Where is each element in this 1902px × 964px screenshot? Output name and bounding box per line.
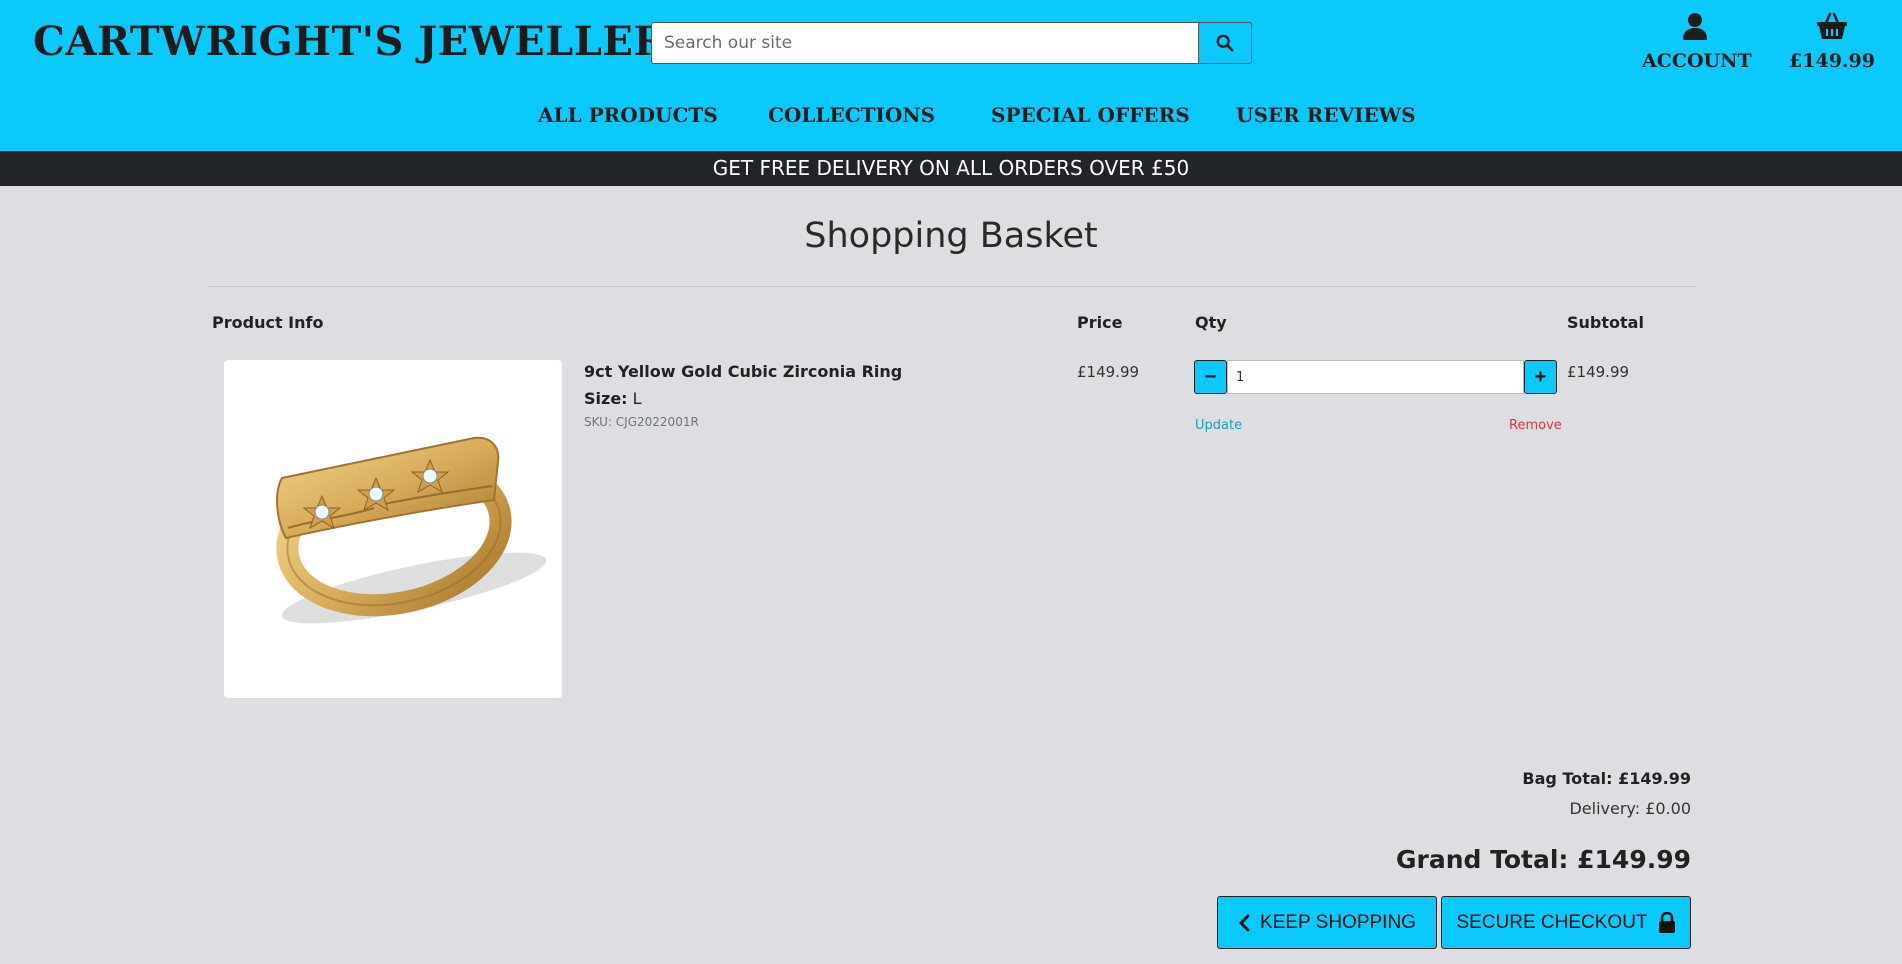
secure-checkout-button[interactable]: SECURE CHECKOUT xyxy=(1441,896,1691,949)
lock-icon xyxy=(1658,911,1675,933)
quantity-stepper: − + xyxy=(1194,360,1557,394)
update-link[interactable]: Update xyxy=(1195,418,1242,433)
chevron-left-icon xyxy=(1239,914,1250,931)
quantity-input[interactable] xyxy=(1227,360,1524,394)
search-icon xyxy=(1216,34,1234,52)
account-label: ACCOUNT xyxy=(1642,50,1752,72)
basket-total: £149.99 xyxy=(1789,50,1875,72)
bag-total: Bag Total: £149.99 xyxy=(1522,769,1691,788)
delivery-cost: Delivery: £0.00 xyxy=(1569,799,1691,818)
nav-all-products[interactable]: ALL PRODUCTS xyxy=(538,103,718,127)
main-nav: ALL PRODUCTS COLLECTIONS SPECIAL OFFERS … xyxy=(0,103,1902,133)
column-header-price: Price xyxy=(1077,313,1123,332)
grand-total: Grand Total: £149.99 xyxy=(1396,845,1691,874)
nav-user-reviews[interactable]: USER REVIEWS xyxy=(1236,103,1416,127)
product-image[interactable] xyxy=(224,360,562,698)
product-subtotal: £149.99 xyxy=(1567,363,1630,381)
account-link[interactable]: ACCOUNT xyxy=(1642,12,1752,72)
product-size-label: Size: xyxy=(584,389,628,408)
keep-shopping-label: KEEP SHOPPING xyxy=(1260,911,1416,933)
promo-banner: GET FREE DELIVERY ON ALL ORDERS OVER £50 xyxy=(0,151,1902,186)
column-header-subtotal: Subtotal xyxy=(1567,313,1644,332)
divider xyxy=(207,286,1696,287)
product-name: 9ct Yellow Gold Cubic Zirconia Ring xyxy=(584,362,903,381)
decrement-qty-button[interactable]: − xyxy=(1194,360,1227,394)
product-price: £149.99 xyxy=(1077,363,1140,381)
basket-link[interactable]: £149.99 xyxy=(1788,12,1876,72)
product-size-value: L xyxy=(632,389,642,408)
search-input[interactable] xyxy=(651,22,1198,64)
search-button[interactable] xyxy=(1198,22,1252,64)
ring-image xyxy=(276,436,547,624)
shopping-basket-icon xyxy=(1817,12,1847,39)
site-header: CARTWRIGHT'S JEWELLERY ACCOUNT £149.99 A xyxy=(0,0,1902,151)
site-logo[interactable]: CARTWRIGHT'S JEWELLERY xyxy=(33,18,695,65)
column-header-qty: Qty xyxy=(1195,313,1227,332)
nav-special-offers[interactable]: SPECIAL OFFERS xyxy=(991,103,1190,127)
product-size: Size: L xyxy=(584,389,642,408)
page-title: Shopping Basket xyxy=(804,216,1098,256)
increment-qty-button[interactable]: + xyxy=(1524,360,1557,394)
keep-shopping-button[interactable]: KEEP SHOPPING xyxy=(1217,896,1437,949)
secure-checkout-label: SECURE CHECKOUT xyxy=(1456,911,1648,933)
user-icon xyxy=(1683,13,1707,40)
nav-collections[interactable]: COLLECTIONS xyxy=(768,103,935,127)
column-header-product-info: Product Info xyxy=(212,313,324,332)
remove-link[interactable]: Remove xyxy=(1509,418,1562,433)
search-form xyxy=(651,22,1252,64)
product-sku: SKU: CJG2022001R xyxy=(584,415,699,429)
